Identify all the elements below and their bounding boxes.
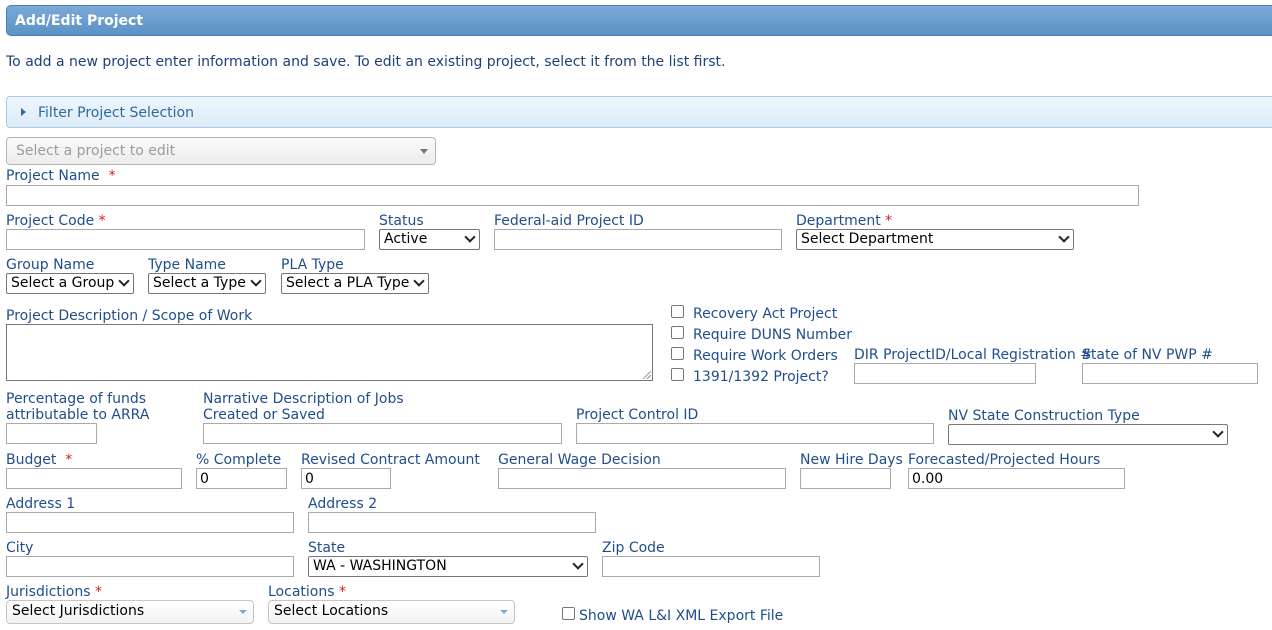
jurisdictions-label: Jurisdictions * (6, 584, 102, 600)
zip-label: Zip Code (602, 540, 665, 556)
address2-input[interactable] (308, 512, 596, 533)
expand-triangle-icon (21, 108, 26, 116)
chevron-down-icon (413, 275, 425, 287)
arra-pct-label: Percentage of funds attributable to ARRA (6, 391, 150, 423)
chevron-down-icon (1058, 231, 1070, 243)
type-name-label: Type Name (148, 257, 226, 273)
department-select[interactable]: Select Department (796, 229, 1074, 250)
city-input[interactable] (6, 556, 294, 577)
narrative-label: Narrative Description of Jobs Created or … (203, 391, 404, 423)
department-label: Department * (796, 213, 893, 229)
panel-title: Add/Edit Project (15, 13, 144, 29)
pct-complete-label: % Complete (196, 452, 282, 468)
group-name-select[interactable]: Select a Group (6, 273, 134, 294)
status-select[interactable]: Active (379, 229, 480, 250)
project-select[interactable]: Select a project to edit (6, 137, 436, 165)
status-label: Status (379, 213, 424, 229)
type-name-select[interactable]: Select a Type (148, 273, 266, 294)
state-select[interactable]: WA - WASHINGTON (308, 556, 588, 577)
require-duns-checkbox[interactable] (671, 326, 684, 339)
wa-xml-export-label: Show WA L&I XML Export File (579, 608, 784, 624)
federal-aid-id-input[interactable] (494, 229, 782, 250)
dir-project-id-label: DIR ProjectID/Local Registration # (854, 347, 1092, 363)
locations-select[interactable]: Select Locations (268, 600, 515, 624)
resize-grip-icon[interactable] (643, 371, 651, 379)
wage-decision-label: General Wage Decision (498, 452, 661, 468)
wa-xml-export-checkbox[interactable] (562, 607, 575, 620)
projected-hours-label: Forecasted/Projected Hours (908, 452, 1101, 468)
arra-pct-input[interactable] (6, 423, 97, 444)
require-work-orders-label: Require Work Orders (693, 348, 838, 364)
dir-project-id-input[interactable] (854, 363, 1036, 384)
budget-input[interactable] (6, 468, 182, 489)
chevron-down-icon (464, 231, 476, 243)
pla-type-label: PLA Type (281, 257, 344, 273)
address2-label: Address 2 (308, 496, 378, 512)
chevron-down-icon (420, 149, 428, 154)
group-name-label: Group Name (6, 257, 95, 273)
project-code-label: Project Code * (6, 213, 106, 229)
description-label: Project Description / Scope of Work (6, 308, 253, 324)
chevron-down-icon (250, 275, 262, 287)
state-label: State (308, 540, 346, 556)
project-1391-checkbox[interactable] (671, 368, 684, 381)
filter-label: Filter Project Selection (38, 105, 194, 121)
project-name-input[interactable] (6, 185, 1139, 206)
budget-label: Budget * (6, 452, 73, 468)
project-code-input[interactable] (6, 229, 365, 250)
nv-pwp-input[interactable] (1082, 363, 1258, 384)
projected-hours-input[interactable] (908, 468, 1125, 489)
project-name-label: Project Name * (6, 168, 116, 184)
zip-input[interactable] (602, 556, 820, 577)
recovery-act-checkbox[interactable] (671, 305, 684, 318)
chevron-down-icon (239, 610, 247, 614)
nv-construction-type-select[interactable] (948, 424, 1228, 445)
pla-type-select[interactable]: Select a PLA Type (281, 273, 429, 294)
federal-aid-id-label: Federal-aid Project ID (494, 213, 644, 229)
intro-text: To add a new project enter information a… (6, 54, 726, 70)
revised-amount-input[interactable] (301, 468, 391, 489)
require-duns-label: Require DUNS Number (693, 327, 852, 343)
project-1391-label: 1391/1392 Project? (693, 369, 829, 385)
narrative-input[interactable] (203, 423, 562, 444)
control-id-input[interactable] (576, 423, 934, 444)
recovery-act-label: Recovery Act Project (693, 306, 838, 322)
nv-construction-type-label: NV State Construction Type (948, 408, 1140, 424)
new-hire-days-label: New Hire Days (800, 452, 903, 468)
new-hire-days-input[interactable] (800, 468, 891, 489)
pct-complete-input[interactable] (196, 468, 287, 489)
chevron-down-icon (118, 275, 130, 287)
nv-pwp-label: State of NV PWP # (1082, 347, 1213, 363)
panel-header: Add/Edit Project (6, 5, 1272, 36)
description-textarea[interactable] (6, 324, 653, 381)
chevron-down-icon (1212, 426, 1224, 438)
chevron-down-icon (572, 558, 584, 570)
address1-input[interactable] (6, 512, 294, 533)
project-select-placeholder: Select a project to edit (16, 143, 176, 159)
require-work-orders-checkbox[interactable] (671, 347, 684, 360)
filter-project-selection[interactable]: Filter Project Selection (6, 96, 1272, 128)
address1-label: Address 1 (6, 496, 76, 512)
chevron-down-icon (500, 610, 508, 614)
jurisdictions-select[interactable]: Select Jurisdictions (6, 600, 254, 624)
locations-label: Locations * (268, 584, 346, 600)
city-label: City (6, 540, 34, 556)
wage-decision-input[interactable] (498, 468, 786, 489)
control-id-label: Project Control ID (576, 407, 699, 423)
revised-amount-label: Revised Contract Amount (301, 452, 480, 468)
